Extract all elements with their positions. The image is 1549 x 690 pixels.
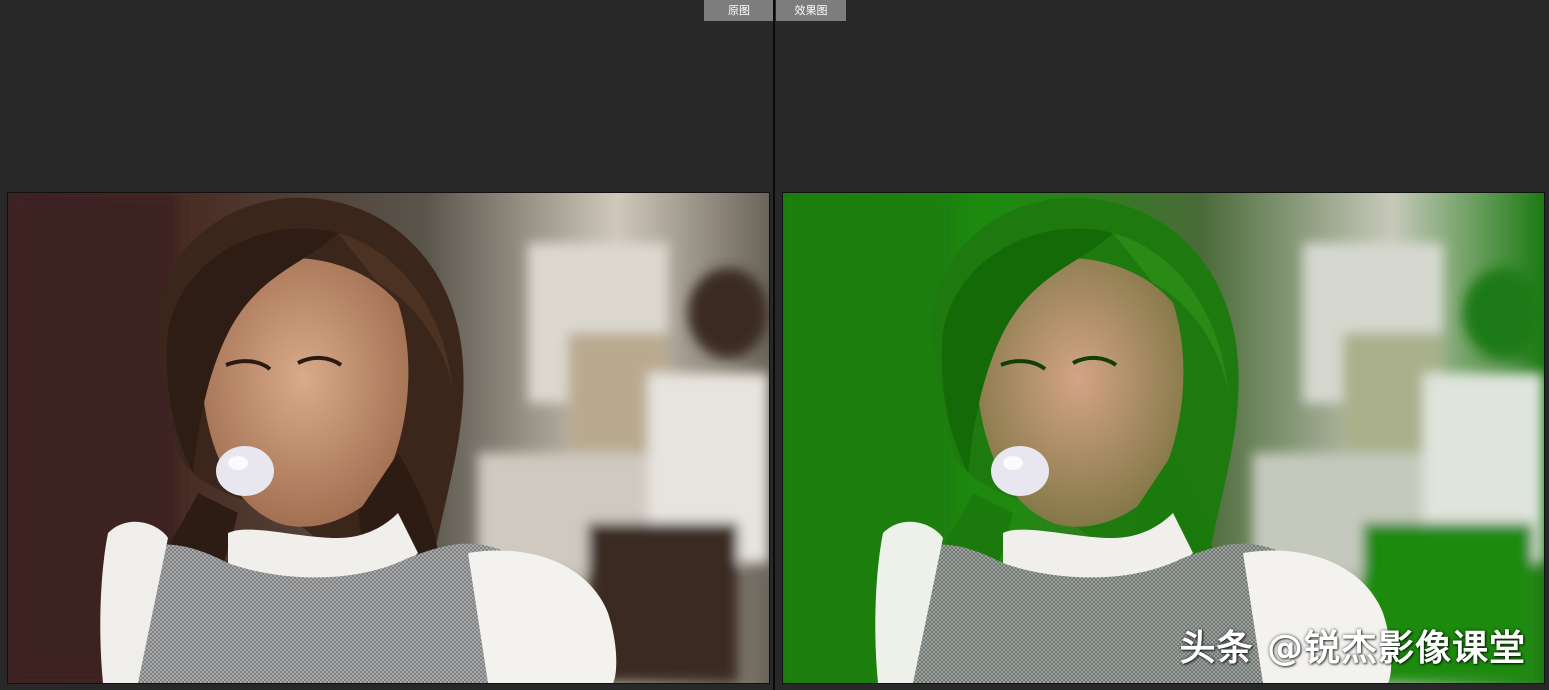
original-image-panel	[7, 192, 770, 684]
tab-original[interactable]: 原图	[704, 0, 774, 21]
effect-image-panel: 头条 @锐杰影像课堂	[782, 192, 1545, 684]
tab-effect[interactable]: 效果图	[776, 0, 846, 21]
original-photo	[8, 193, 769, 683]
watermark-text: 头条 @锐杰影像课堂	[1179, 628, 1526, 669]
effect-photo	[783, 193, 1544, 683]
split-divider[interactable]	[773, 0, 775, 690]
compare-view: 原图 效果图 头条 @锐杰影像课堂	[0, 0, 1549, 690]
